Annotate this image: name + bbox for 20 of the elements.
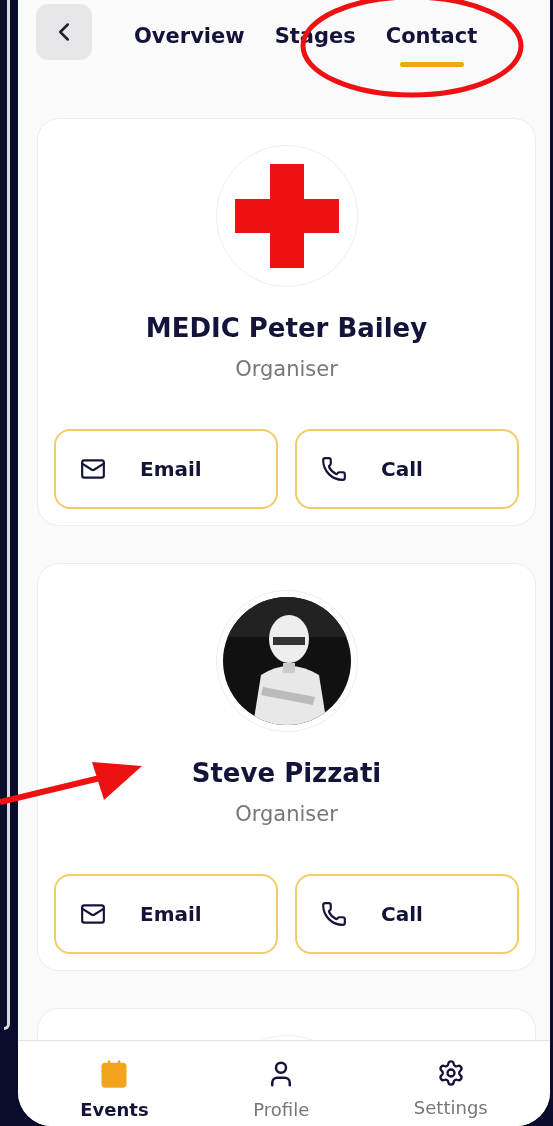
mail-icon bbox=[80, 456, 106, 482]
contact-name: MEDIC Peter Bailey bbox=[145, 313, 428, 343]
call-button[interactable]: Call bbox=[295, 429, 519, 509]
medical-cross-icon bbox=[234, 164, 339, 268]
contact-name: Steve Pizzati bbox=[191, 758, 382, 788]
tab[interactable]: Overview bbox=[134, 4, 245, 67]
phone-icon bbox=[321, 456, 347, 482]
back-button[interactable] bbox=[36, 4, 92, 60]
settings-icon bbox=[436, 1059, 465, 1087]
calendar-icon bbox=[99, 1059, 130, 1089]
contact-role: Organiser bbox=[235, 357, 338, 381]
email-button[interactable]: Email bbox=[54, 874, 278, 954]
phone-icon bbox=[321, 901, 347, 927]
nav-item[interactable]: Profile bbox=[247, 1041, 316, 1126]
nav-item[interactable]: Settings bbox=[407, 1041, 494, 1126]
contact-role: Organiser bbox=[235, 802, 338, 826]
nav-item[interactable]: Events bbox=[74, 1041, 155, 1126]
call-button[interactable]: Call bbox=[295, 874, 519, 954]
email-button[interactable]: Email bbox=[54, 429, 278, 509]
mail-icon bbox=[80, 901, 106, 927]
